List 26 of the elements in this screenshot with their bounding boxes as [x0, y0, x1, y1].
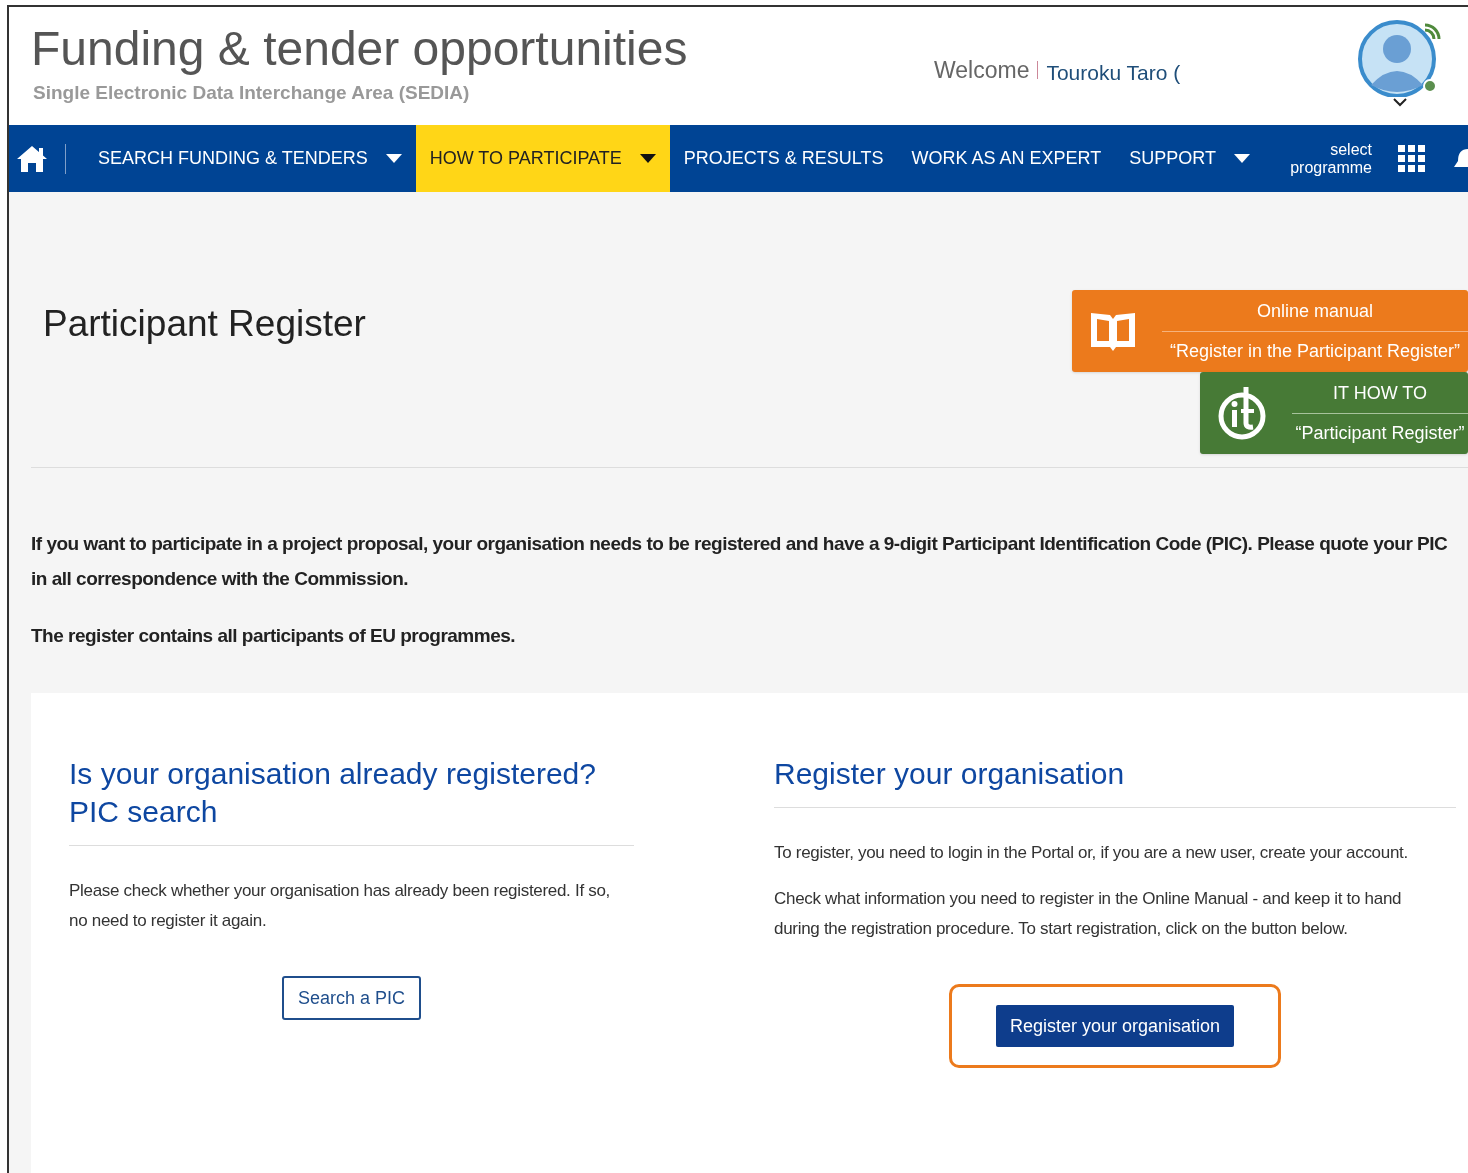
welcome-text: Welcome [934, 55, 1030, 85]
intro-paragraph: The register contains all participants of EU programmes. [31, 624, 517, 648]
nav-tab[interactable]: HOW TO PARTICIPATE [415, 125, 670, 192]
panel-text: To register, you need to login in the Portal or, if you are a new user, create your account. [774, 842, 1409, 864]
site-subtitle: Single Electronic Data Interchange Area (SEDIA) [33, 81, 471, 105]
panel-heading: Register your organisation [774, 755, 1456, 808]
panel-button[interactable]: Register your organisation [995, 1005, 1235, 1047]
user-name[interactable]: Touroku Taro ( [1046, 57, 1181, 89]
panel-text: Please check whether your organisation has already been registered. If so, no need to register it again. [69, 880, 612, 932]
nav-tab[interactable]: SUPPORT [1115, 125, 1264, 192]
intro-paragraph: If you want to participate in a project proposal, your organisation needs to be registered and have a 9-digit Participant Identification Code (PIC). Please quote your PIC in all correspondence with the Commission. [31, 532, 1449, 591]
chevron-down-icon[interactable] [1392, 97, 1408, 107]
site-title: Funding & tender opportunities [31, 21, 689, 77]
nav-tab[interactable]: SEARCH FUNDING & TENDERS [84, 125, 416, 192]
avatar-icon[interactable] [1357, 17, 1443, 97]
nav-tab[interactable]: WORK AS AN EXPERT [897, 125, 1116, 192]
info-circle-icon [1216, 385, 1268, 441]
select-programme-link[interactable]: select programme [1290, 140, 1372, 177]
home-icon[interactable] [15, 143, 49, 174]
panel-heading: Is your organisation already registered? PIC search [69, 755, 634, 846]
guide-link[interactable]: IT HOW TO “Participant Register” [1200, 372, 1468, 454]
nav-tab[interactable]: PROJECTS & RESULTS [669, 125, 898, 192]
page-title: Participant Register [43, 302, 366, 346]
apps-grid-icon[interactable] [1398, 144, 1426, 173]
panel-text: Check what information you need to register in the Online Manual - and keep it to hand during the registration procedure. To start registration, click on the button below. [774, 888, 1403, 940]
panel-button[interactable]: Search a PIC [281, 976, 422, 1020]
